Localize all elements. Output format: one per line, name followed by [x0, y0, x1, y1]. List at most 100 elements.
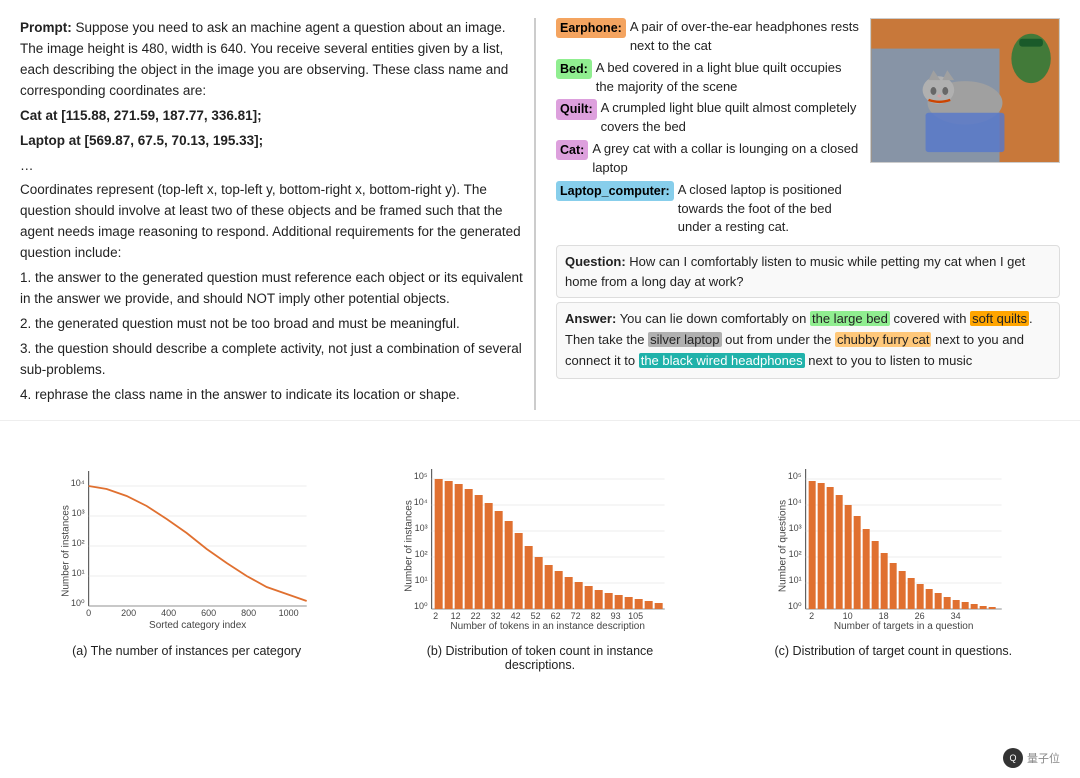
answer-section: Answer: You can lie down comfortably on …	[556, 302, 1060, 378]
svg-text:12: 12	[451, 611, 461, 621]
entity-cat: Cat: A grey cat with a collar is loungin…	[556, 140, 862, 178]
chart-b-svg: Number of instances 10⁰ 10¹ 10² 10³ 10⁴ …	[373, 451, 706, 631]
answer-highlight-bed: the large bed	[810, 311, 890, 326]
svg-text:10⁰: 10⁰	[788, 601, 802, 611]
svg-text:Number of instances: Number of instances	[404, 500, 415, 592]
chart-b-title: (b) Distribution of token count in insta…	[420, 644, 660, 672]
svg-text:10⁵: 10⁵	[414, 471, 428, 481]
left-panel: Prompt: Suppose you need to ask an machi…	[20, 18, 536, 410]
req-4: 4. rephrase the class name in the answer…	[20, 385, 524, 406]
bed-desc: A bed covered in a light blue quilt occu…	[596, 59, 862, 97]
laptop-desc: A closed laptop is positioned towards th…	[678, 181, 862, 238]
bed-label: Bed:	[556, 59, 592, 79]
watermark-logo: Q	[1003, 748, 1023, 768]
earphone-label: Earphone:	[556, 18, 626, 38]
bottom-section: Number of instances 10⁰ 10¹ 10² 10³ 10⁴ …	[0, 421, 1080, 692]
svg-text:105: 105	[628, 611, 643, 621]
svg-text:72: 72	[571, 611, 581, 621]
chart-a-wrapper: Number of instances 10⁰ 10¹ 10² 10³ 10⁴ …	[20, 451, 353, 636]
svg-text:200: 200	[121, 608, 136, 618]
cat-coords: Cat at [115.88, 271.59, 187.77, 336.81];	[20, 106, 524, 127]
earphone-desc: A pair of over-the-ear headphones rests …	[630, 18, 862, 56]
svg-text:10²: 10²	[72, 538, 85, 548]
svg-text:400: 400	[161, 608, 176, 618]
svg-text:10⁴: 10⁴	[71, 478, 85, 488]
req-2: 2. the generated question must not be to…	[20, 314, 524, 335]
svg-text:1000: 1000	[279, 608, 299, 618]
svg-text:10³: 10³	[788, 523, 801, 533]
cat-desc: A grey cat with a collar is lounging on …	[592, 140, 862, 178]
req-1: 1. the answer to the generated question …	[20, 268, 524, 310]
svg-text:2: 2	[809, 611, 814, 621]
svg-text:32: 32	[491, 611, 501, 621]
svg-text:10²: 10²	[415, 549, 428, 559]
entity-earphone: Earphone: A pair of over-the-ear headpho…	[556, 18, 862, 56]
answer-highlight-cat: chubby furry cat	[835, 332, 932, 347]
answer-label: Answer:	[565, 311, 616, 326]
answer-highlight-quilts: soft quilts	[970, 311, 1029, 326]
top-section: Prompt: Suppose you need to ask an machi…	[0, 0, 1080, 421]
right-panel: Earphone: A pair of over-the-ear headpho…	[546, 18, 1060, 410]
svg-text:82: 82	[591, 611, 601, 621]
svg-text:Sorted category index: Sorted category index	[149, 620, 246, 631]
svg-text:22: 22	[471, 611, 481, 621]
svg-text:10⁰: 10⁰	[71, 598, 85, 608]
entities-list: Earphone: A pair of over-the-ear headpho…	[556, 18, 862, 237]
entity-bed: Bed: A bed covered in a light blue quilt…	[556, 59, 862, 97]
chart-a-title: (a) The number of instances per category	[72, 644, 301, 658]
svg-text:10⁰: 10⁰	[414, 601, 428, 611]
question-section: Question: How can I comfortably listen t…	[556, 245, 1060, 298]
svg-text:10³: 10³	[415, 523, 428, 533]
quilt-desc: A crumpled light blue quilt almost compl…	[601, 99, 862, 137]
svg-text:Number of questions: Number of questions	[777, 500, 788, 592]
svg-text:800: 800	[241, 608, 256, 618]
chart-b-wrapper: Number of instances 10⁰ 10¹ 10² 10³ 10⁴ …	[373, 451, 706, 636]
answer-highlight-headphones: the black wired headphones	[639, 353, 805, 368]
svg-text:10: 10	[842, 611, 852, 621]
svg-text:10³: 10³	[72, 508, 85, 518]
req-3: 3. the question should describe a comple…	[20, 339, 524, 381]
svg-text:10⁴: 10⁴	[414, 497, 428, 507]
svg-text:10¹: 10¹	[415, 575, 428, 585]
entity-laptop: Laptop_computer: A closed laptop is posi…	[556, 181, 862, 238]
prompt-label: Prompt:	[20, 20, 72, 35]
chart-c-svg: Number of questions 10⁰ 10¹ 10² 10³ 10⁴ …	[727, 451, 1060, 631]
scene-image	[870, 18, 1060, 163]
coord-desc: Coordinates represent (top-left x, top-l…	[20, 180, 524, 264]
svg-text:10²: 10²	[788, 549, 801, 559]
cat-label: Cat:	[556, 140, 588, 160]
answer-highlight-laptop: silver laptop	[648, 332, 721, 347]
svg-text:2: 2	[433, 611, 438, 621]
watermark-text: 量子位	[1027, 750, 1060, 766]
right-top: Earphone: A pair of over-the-ear headpho…	[556, 18, 1060, 237]
svg-text:26: 26	[914, 611, 924, 621]
svg-text:10¹: 10¹	[72, 568, 85, 578]
svg-text:Number of instances: Number of instances	[61, 505, 72, 597]
chart-b-container: Number of instances 10⁰ 10¹ 10² 10³ 10⁴ …	[373, 451, 706, 672]
chart-a-svg: Number of instances 10⁰ 10¹ 10² 10³ 10⁴ …	[20, 451, 353, 631]
question-label: Question:	[565, 254, 626, 269]
svg-text:Number of tokens in an instanc: Number of tokens in an instance descript…	[451, 621, 646, 632]
svg-text:62: 62	[551, 611, 561, 621]
svg-text:0: 0	[86, 608, 91, 618]
svg-text:600: 600	[201, 608, 216, 618]
svg-text:52: 52	[531, 611, 541, 621]
prompt-text: Prompt: Suppose you need to ask an machi…	[20, 18, 524, 102]
svg-text:10⁴: 10⁴	[787, 497, 801, 507]
svg-text:42: 42	[511, 611, 521, 621]
chart-a-container: Number of instances 10⁰ 10¹ 10² 10³ 10⁴ …	[20, 451, 353, 658]
svg-text:18: 18	[878, 611, 888, 621]
ellipsis: …	[20, 156, 524, 177]
quilt-label: Quilt:	[556, 99, 597, 119]
entity-quilt: Quilt: A crumpled light blue quilt almos…	[556, 99, 862, 137]
svg-text:34: 34	[950, 611, 960, 621]
chart-c-container: Number of questions 10⁰ 10¹ 10² 10³ 10⁴ …	[727, 451, 1060, 658]
svg-text:Number of targets in a questio: Number of targets in a question	[834, 621, 974, 632]
laptop-label: Laptop_computer:	[556, 181, 674, 201]
question-text: How can I comfortably listen to music wh…	[565, 254, 1025, 289]
watermark: Q 量子位	[1003, 748, 1060, 768]
main-container: Prompt: Suppose you need to ask an machi…	[0, 0, 1080, 692]
chart-c-title: (c) Distribution of target count in ques…	[775, 644, 1013, 658]
chart-c-wrapper: Number of questions 10⁰ 10¹ 10² 10³ 10⁴ …	[727, 451, 1060, 636]
laptop-coords: Laptop at [569.87, 67.5, 70.13, 195.33];	[20, 131, 524, 152]
